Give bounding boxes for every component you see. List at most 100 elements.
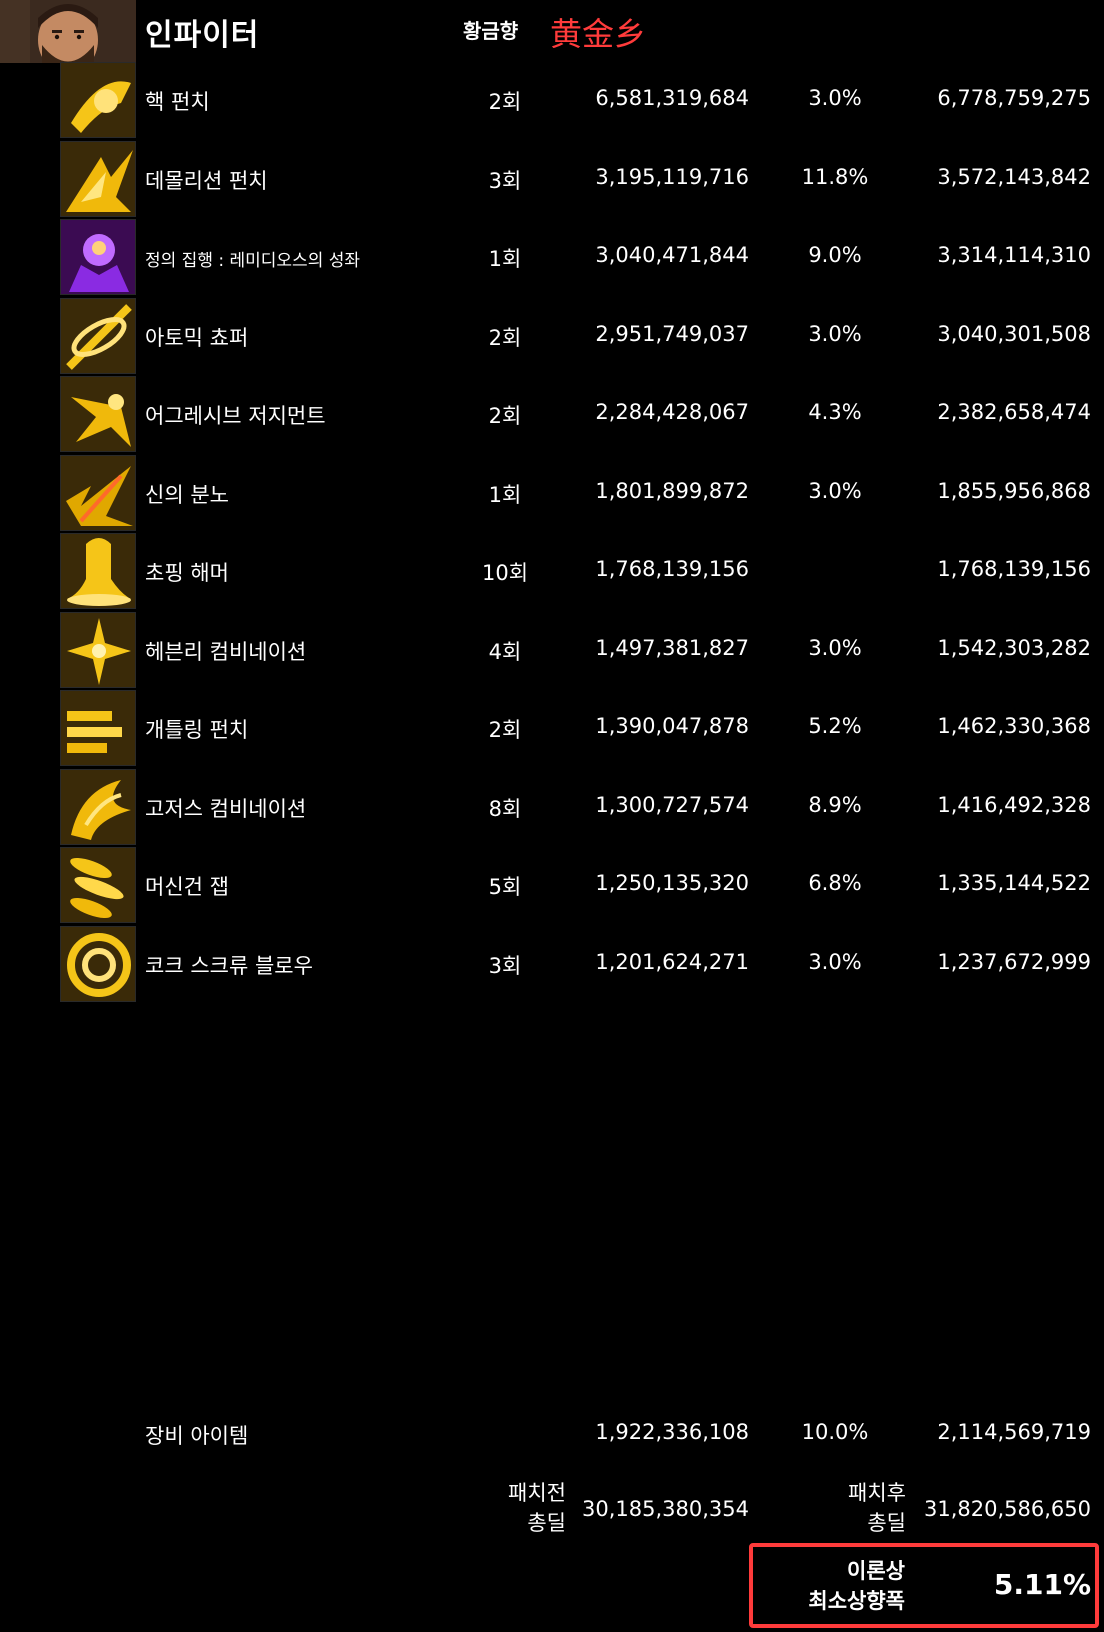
skill-name: 정의 집행 : 레미디오스의 성좌 xyxy=(145,251,361,271)
post-patch-label-line2: 총딜 xyxy=(867,1511,906,1535)
skill-hit-count: 8회 xyxy=(488,796,522,821)
gatling-punch-icon xyxy=(60,690,136,766)
skill-name: 신의 분노 xyxy=(145,482,229,507)
skill-name: 핵 펀치 xyxy=(145,90,210,114)
skill-increase-percent: 9.0% xyxy=(808,243,862,267)
skill-increase-percent: 6.8% xyxy=(808,871,862,895)
skill-base-damage: 6,581,319,684 xyxy=(595,86,749,110)
justice-execution-icon xyxy=(60,219,136,295)
pre-patch-total: 30,185,380,354 xyxy=(582,1497,749,1521)
skill-name: 헤븐리 컴비네이션 xyxy=(145,639,307,664)
skill-increase-percent: 8.9% xyxy=(808,792,862,817)
skill-base-damage: 3,195,119,716 xyxy=(595,164,749,189)
skill-name: 어그레시브 저지먼트 xyxy=(145,404,326,428)
skill-increase-percent: 11.8% xyxy=(801,164,869,189)
chopping-hammer-icon xyxy=(60,533,136,609)
equipment-after-damage: 2,114,569,719 xyxy=(937,1420,1091,1444)
skill-base-damage: 1,201,624,271 xyxy=(595,949,749,974)
skill-after-damage: 6,778,759,275 xyxy=(937,86,1091,110)
heart-punch-icon xyxy=(60,62,136,138)
skill-base-damage: 1,300,727,574 xyxy=(595,792,749,817)
skill-hit-count: 4회 xyxy=(488,639,522,664)
skill-hit-count: 2회 xyxy=(488,718,522,742)
skill-hit-count: 2회 xyxy=(488,325,522,350)
skill-name: 머신건 잽 xyxy=(145,875,229,899)
summary-label-line2: 최소상향폭 xyxy=(808,1589,905,1613)
table-row: 고저스 컴비네이션 8회 1,300,727,574 8.9% 1,416,492,32… xyxy=(0,768,1104,847)
skill-after-damage: 1,416,492,328 xyxy=(937,792,1091,817)
skill-after-damage: 1,462,330,368 xyxy=(937,714,1091,738)
skill-after-damage: 1,542,303,282 xyxy=(937,635,1091,660)
demolition-punch-icon xyxy=(60,140,136,217)
table-row: 핵 펀치 2회 6,581,319,684 3.0% 6,778,759,275 xyxy=(0,62,1104,140)
skill-after-damage: 1,855,956,868 xyxy=(937,478,1091,503)
summary-label: 이론상 최소상향폭 xyxy=(780,1556,905,1616)
skill-after-damage: 3,040,301,508 xyxy=(937,321,1091,346)
skill-increase-percent: 4.3% xyxy=(808,400,862,424)
skill-name: 고저스 컴비네이션 xyxy=(145,796,307,821)
aggressive-judgment-icon xyxy=(60,376,136,452)
table-row: 정의 집행 : 레미디오스의 성좌 1회 3,040,471,844 9.0% 3,31… xyxy=(0,219,1104,297)
skill-after-damage: 1,768,139,156 xyxy=(937,557,1091,581)
skill-base-damage: 2,951,749,037 xyxy=(595,321,749,346)
post-patch-label: 패치후 총딜 xyxy=(810,1478,906,1538)
skill-increase-percent: 5.2% xyxy=(808,714,862,738)
table-row: 코크 스크류 블로우 3회 1,201,624,271 3.0% 1,237,672,9… xyxy=(0,925,1104,1004)
skill-hit-count: 1회 xyxy=(488,482,522,507)
skill-table: 핵 펀치 2회 6,581,319,684 3.0% 6,778,759,275 데몰리션… xyxy=(0,0,1104,1002)
skill-hit-count: 3회 xyxy=(488,953,522,978)
skill-name: 코크 스크류 블로우 xyxy=(145,953,313,978)
skill-increase-percent: 3.0% xyxy=(808,949,862,974)
skill-name: 데몰리션 펀치 xyxy=(145,168,268,193)
skill-hit-count: 5회 xyxy=(488,875,522,899)
skill-name: 개틀링 펀치 xyxy=(145,718,249,742)
skill-name: 초핑 해머 xyxy=(145,561,229,585)
table-row: 헤븐리 컴비네이션 4회 1,497,381,827 3.0% 1,542,303,28… xyxy=(0,611,1104,690)
gauges-combination-icon xyxy=(60,768,136,845)
pre-patch-label-line2: 총딜 xyxy=(527,1511,566,1535)
skill-hit-count: 3회 xyxy=(488,168,522,193)
skill-hit-count: 2회 xyxy=(488,90,522,114)
table-row: 신의 분노 1회 1,801,899,872 3.0% 1,855,956,868 xyxy=(0,454,1104,533)
summary-label-line1: 이론상 xyxy=(847,1559,905,1583)
skill-increase-percent: 3.0% xyxy=(808,86,862,110)
skill-name: 아토믹 쵸퍼 xyxy=(145,325,249,350)
summary-value: 5.11% xyxy=(993,1568,1091,1601)
skill-base-damage: 1,768,139,156 xyxy=(595,557,749,581)
skill-increase-percent: 3.0% xyxy=(808,635,862,660)
skill-base-damage: 1,250,135,320 xyxy=(595,871,749,895)
cork-screw-blow-icon xyxy=(60,925,136,1002)
machine-gun-jab-icon xyxy=(60,847,136,923)
divine-wrath-icon xyxy=(60,454,136,531)
heavenly-combination-icon xyxy=(60,611,136,688)
skill-after-damage: 1,335,144,522 xyxy=(937,871,1091,895)
post-patch-label-line1: 패치후 xyxy=(848,1481,906,1505)
post-patch-total: 31,820,586,650 xyxy=(924,1497,1091,1521)
table-row: 머신건 잽 5회 1,250,135,320 6.8% 1,335,144,522 xyxy=(0,847,1104,925)
atomic-chopper-icon xyxy=(60,297,136,374)
equipment-label: 장비 아이템 xyxy=(145,1424,249,1448)
skill-after-damage: 2,382,658,474 xyxy=(937,400,1091,424)
pre-patch-label: 패치전 총딜 xyxy=(470,1478,566,1538)
skill-base-damage: 1,497,381,827 xyxy=(595,635,749,660)
skill-after-damage: 1,237,672,999 xyxy=(937,949,1091,974)
table-row: 데몰리션 펀치 3회 3,195,119,716 11.8% 3,572,143,842 xyxy=(0,140,1104,219)
skill-hit-count: 10회 xyxy=(481,561,529,585)
table-row: 초핑 해머 10회 1,768,139,156 1,768,139,156 xyxy=(0,533,1104,611)
skill-base-damage: 1,390,047,878 xyxy=(595,714,749,738)
table-row: 아토믹 쵸퍼 2회 2,951,749,037 3.0% 3,040,301,508 xyxy=(0,297,1104,376)
skill-base-damage: 1,801,899,872 xyxy=(595,478,749,503)
skill-base-damage: 2,284,428,067 xyxy=(595,400,749,424)
skill-increase-percent: 3.0% xyxy=(808,478,862,503)
table-row: 어그레시브 저지먼트 2회 2,284,428,067 4.3% 2,382,658,4… xyxy=(0,376,1104,454)
equipment-base-damage: 1,922,336,108 xyxy=(595,1420,749,1444)
table-row: 개틀링 펀치 2회 1,390,047,878 5.2% 1,462,330,368 xyxy=(0,690,1104,768)
pre-patch-label-line1: 패치전 xyxy=(508,1481,566,1505)
skill-hit-count: 2회 xyxy=(488,404,522,428)
skill-hit-count: 1회 xyxy=(488,247,522,271)
skill-after-damage: 3,314,114,310 xyxy=(937,243,1091,267)
skill-base-damage: 3,040,471,844 xyxy=(595,243,749,267)
skill-after-damage: 3,572,143,842 xyxy=(937,164,1091,189)
skill-increase-percent: 3.0% xyxy=(808,321,862,346)
equipment-increase-percent: 10.0% xyxy=(801,1420,869,1444)
